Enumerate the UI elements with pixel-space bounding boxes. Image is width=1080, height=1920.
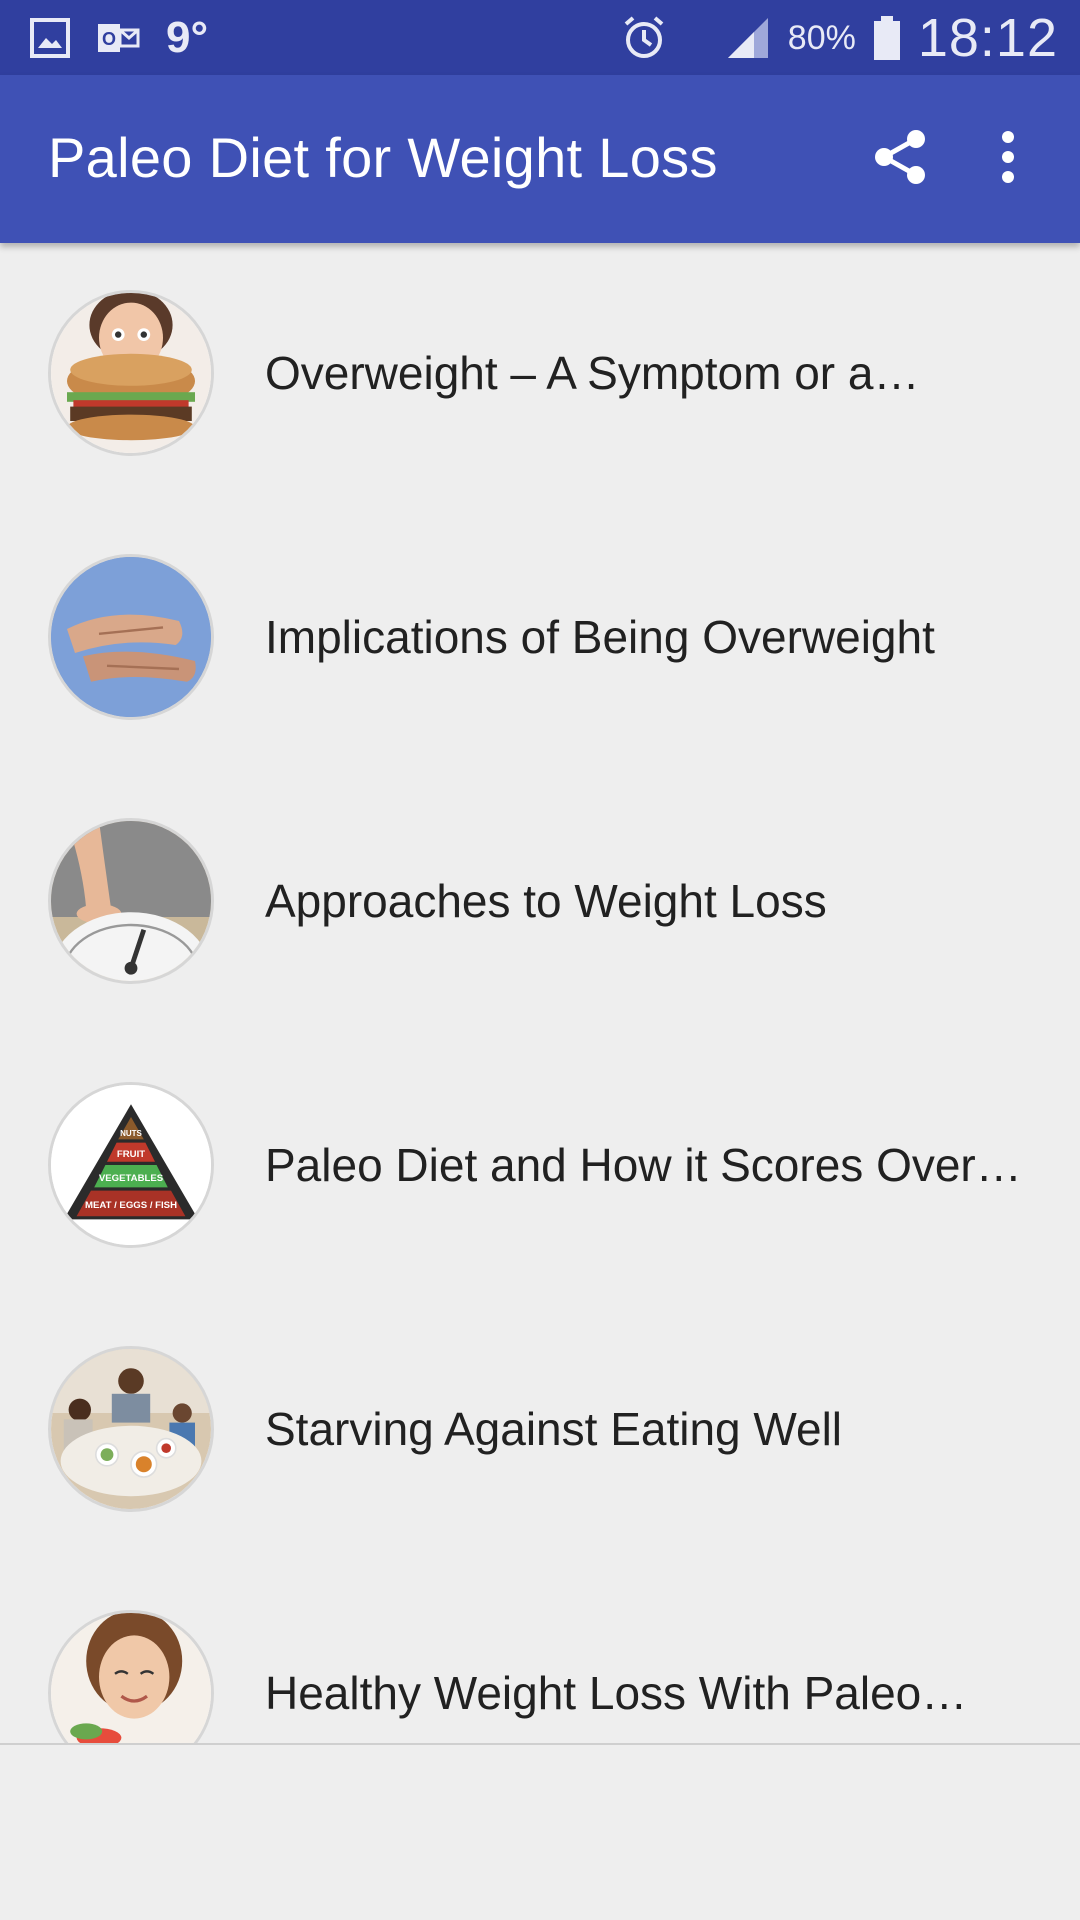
list-item[interactable]: Healthy Weight Loss With Paleo… [0, 1563, 1080, 1743]
list-item-label: Paleo Diet and How it Scores Over… [265, 1139, 1022, 1191]
battery-icon [872, 14, 902, 62]
app-title: Paleo Diet for Weight Loss [48, 126, 718, 189]
pyramid-meat-label: MEAT / EGGS / FISH [85, 1200, 177, 1211]
topic-list[interactable]: Overweight – A Symptom or a… Implication… [0, 243, 1080, 1745]
more-vert-icon [998, 127, 1018, 192]
more-options-button[interactable] [968, 119, 1048, 199]
list-item[interactable]: Implications of Being Overweight [0, 507, 1080, 771]
pyramid-nuts-label: NUTS [120, 1129, 142, 1138]
svg-text:O: O [102, 29, 116, 49]
system-icons: 80% 18:12 [620, 8, 1058, 68]
pyramid-fruit-label: FRUIT [117, 1149, 145, 1160]
outlook-icon: O [96, 18, 140, 58]
battery-percent-text: 80% [787, 18, 856, 57]
list-item-label: Approaches to Weight Loss [265, 875, 827, 927]
list-item-label: Healthy Weight Loss With Paleo… [265, 1667, 968, 1719]
empty-area [0, 1745, 1080, 1920]
list-item-label: Overweight – A Symptom or a… [265, 347, 920, 399]
list-item[interactable]: NUTS FRUIT VEGETABLES MEAT / EGGS / FISH… [0, 1035, 1080, 1299]
burger-eater-image [48, 290, 214, 456]
list-item-label: Starving Against Eating Well [265, 1403, 843, 1455]
list-item[interactable]: Starving Against Eating Well [0, 1299, 1080, 1563]
share-icon [870, 127, 930, 192]
family-dinner-image [48, 1346, 214, 1512]
app-bar: Paleo Diet for Weight Loss [0, 75, 1080, 243]
gallery-icon [30, 18, 70, 58]
list-item-label: Implications of Being Overweight [265, 611, 935, 663]
list-item[interactable]: Approaches to Weight Loss [0, 771, 1080, 1035]
share-button[interactable] [860, 119, 940, 199]
list-item[interactable]: Overweight – A Symptom or a… [0, 243, 1080, 507]
food-pyramid-image: NUTS FRUIT VEGETABLES MEAT / EGGS / FISH [48, 1082, 214, 1248]
clock-text: 18:12 [917, 8, 1058, 68]
alarm-icon [620, 14, 668, 62]
hands-on-belly-image [48, 554, 214, 720]
temperature-text: 9° [166, 13, 209, 62]
woman-eating-image [48, 1610, 214, 1743]
pyramid-vegetables-label: VEGETABLES [99, 1173, 164, 1184]
scale-image [48, 818, 214, 984]
status-bar: O 9° 80% 18:12 [0, 0, 1080, 75]
signal-icon [724, 14, 772, 62]
notification-icons: O 9° [30, 12, 208, 64]
